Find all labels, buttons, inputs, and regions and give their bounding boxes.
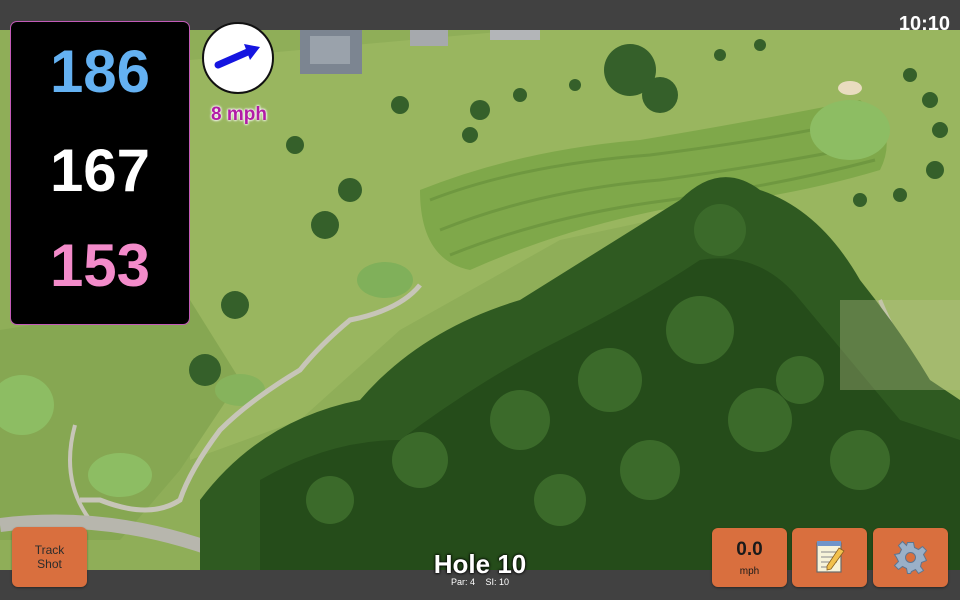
track-shot-button[interactable]: Track Shot: [12, 527, 87, 587]
hole-stroke-index: SI: 10: [485, 577, 510, 587]
notes-button[interactable]: [792, 528, 867, 587]
speed-value: 0.0: [736, 539, 763, 560]
speed-button[interactable]: 0.0 mph: [712, 528, 787, 587]
speed-unit: mph: [739, 566, 760, 577]
settings-button[interactable]: [873, 528, 948, 587]
distance-middle: 167: [49, 137, 151, 204]
notepad-icon: [816, 541, 845, 573]
distance-panel: 186 167 153: [11, 22, 189, 324]
wind-direction-indicator: [202, 22, 274, 94]
gear-icon: [893, 540, 928, 575]
clock: 10:10: [898, 13, 950, 35]
hole-par: Par: 4: [450, 577, 475, 587]
wind-speed: 8 mph: [211, 104, 267, 125]
distance-front: 153: [49, 232, 151, 299]
arrow-icon: [214, 44, 260, 69]
hole-title: Hole 10: [433, 549, 527, 579]
track-shot-label-line1: Track: [34, 543, 65, 557]
distance-back: 186: [49, 38, 151, 105]
hole-info: Par: 4 SI: 10: [380, 577, 580, 587]
track-shot-label-line2: Shot: [37, 557, 62, 571]
